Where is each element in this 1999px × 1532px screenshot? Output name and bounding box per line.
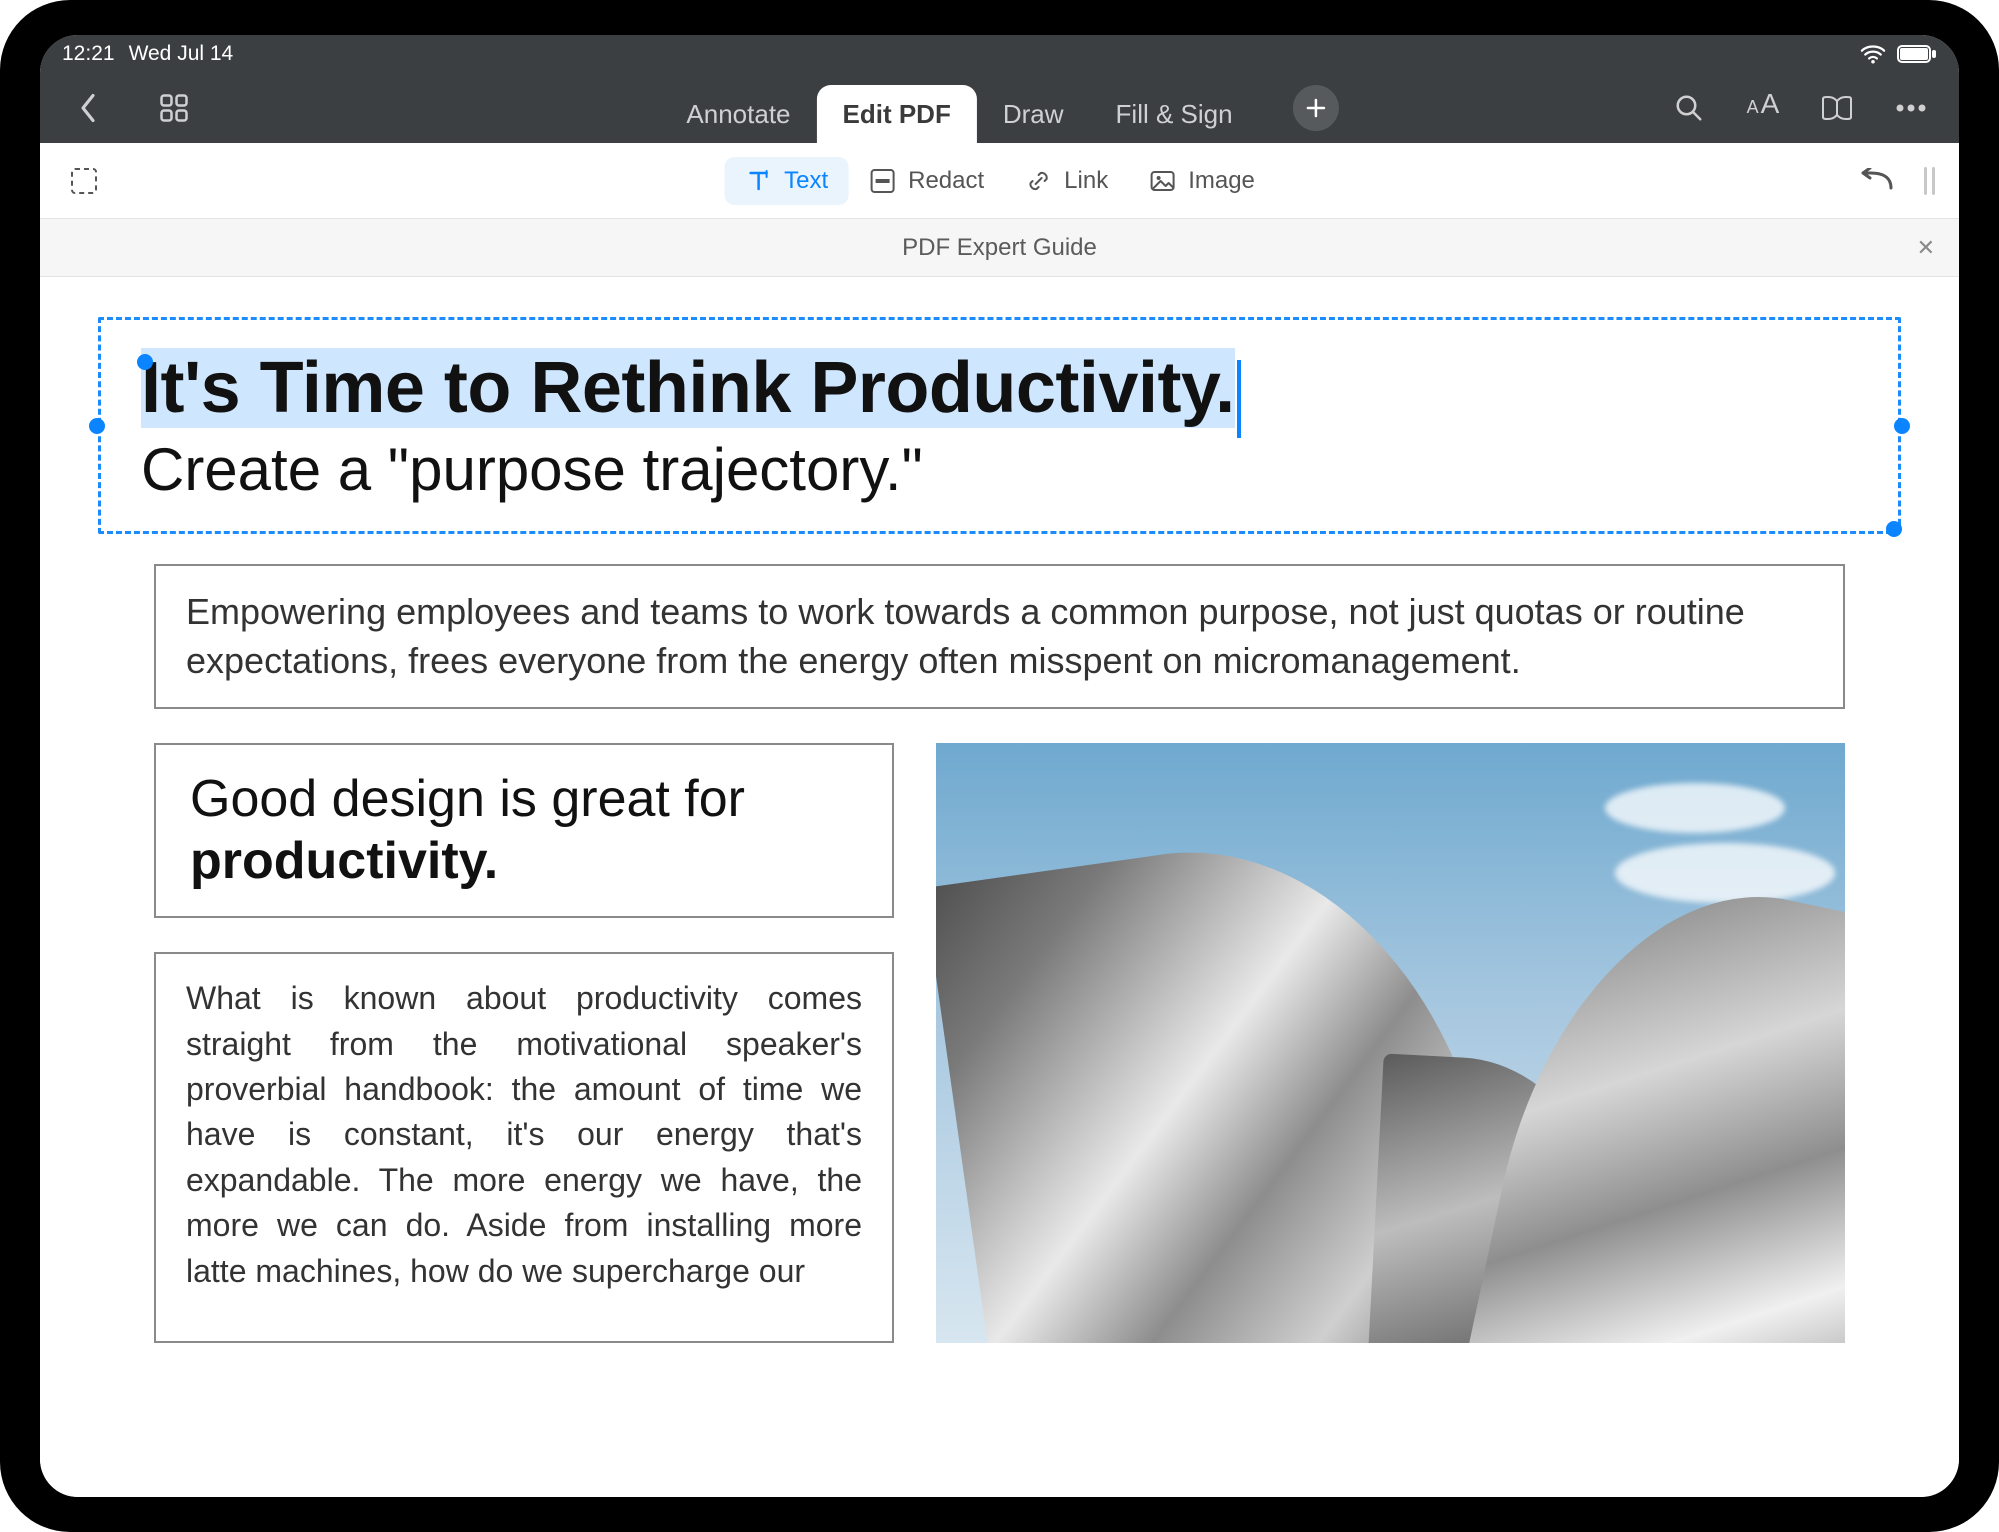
document-tab-bar: PDF Expert Guide ✕ [40,219,1959,277]
more-options-button[interactable] [1891,88,1931,128]
edit-sub-toolbar: Text Redact Link Image [40,143,1959,219]
document-canvas[interactable]: It's Time to Rethink Productivity. Creat… [40,277,1959,1497]
document-title: PDF Expert Guide [902,234,1097,262]
tool-link[interactable]: Link [1004,157,1128,205]
selection-handle-left[interactable] [89,418,105,434]
screen: 12:21 Wed Jul 14 Annotate Edit PDF Draw [40,35,1959,1497]
battery-icon [1897,45,1937,63]
tab-annotate[interactable]: Annotate [660,85,816,143]
document-close-button[interactable]: ✕ [1917,235,1935,261]
status-bar: 12:21 Wed Jul 14 [40,35,1959,73]
tool-link-label: Link [1064,167,1108,195]
section-heading-bold: productivity. [190,832,498,890]
selection-handle-right[interactable] [1894,418,1910,434]
reader-view-button[interactable] [1817,88,1857,128]
selected-title-text: It's Time to Rethink Productivity. [141,348,1235,428]
thumbnail-grid-button[interactable] [154,88,194,128]
section-heading-box[interactable]: Good design is great for productivity. [154,743,894,918]
back-button[interactable] [68,88,108,128]
tab-draw[interactable]: Draw [977,85,1090,143]
redact-tool-icon [868,167,896,195]
text-caret [1237,360,1241,438]
lead-paragraph-box[interactable]: Empowering employees and teams to work t… [154,564,1845,709]
search-button[interactable] [1669,88,1709,128]
tool-image-label: Image [1188,167,1255,195]
selected-text-block[interactable]: It's Time to Rethink Productivity. Creat… [98,317,1901,534]
body-paragraph-box[interactable]: What is known about productivity comes s… [154,952,894,1343]
link-tool-icon [1024,167,1052,195]
tool-text[interactable]: Text [724,157,848,205]
doc-subheading[interactable]: Create a "purpose trajectory." [141,436,1858,503]
tool-redact[interactable]: Redact [848,157,1004,205]
text-selection-end-handle[interactable] [1886,521,1902,537]
toolbar-drag-handle[interactable] [1924,167,1935,195]
tab-fill-sign[interactable]: Fill & Sign [1090,85,1259,143]
text-size-button[interactable]: AA [1743,88,1783,128]
text-tool-icon [744,167,772,195]
section-heading-prefix: Good design is great for [190,770,745,828]
tool-text-label: Text [784,167,828,195]
undo-button[interactable] [1856,161,1896,201]
photo-cloud [1615,843,1835,903]
status-time: 12:21 [62,42,115,66]
tab-edit-pdf[interactable]: Edit PDF [817,85,977,143]
tool-redact-label: Redact [908,167,984,195]
top-nav: Annotate Edit PDF Draw Fill & Sign AA [40,73,1959,143]
image-tool-icon [1148,167,1176,195]
status-date: Wed Jul 14 [129,42,234,66]
ipad-frame: 12:21 Wed Jul 14 Annotate Edit PDF Draw [0,0,1999,1532]
article-photo[interactable] [936,743,1845,1343]
wifi-icon [1859,44,1887,64]
tool-image[interactable]: Image [1128,157,1275,205]
selection-tool-button[interactable] [64,161,104,201]
add-tab-button[interactable] [1293,85,1339,131]
text-selection-start-handle[interactable] [137,354,153,370]
doc-heading-1[interactable]: It's Time to Rethink Productivity. [141,350,1241,428]
mode-tabs: Annotate Edit PDF Draw Fill & Sign [660,73,1338,143]
